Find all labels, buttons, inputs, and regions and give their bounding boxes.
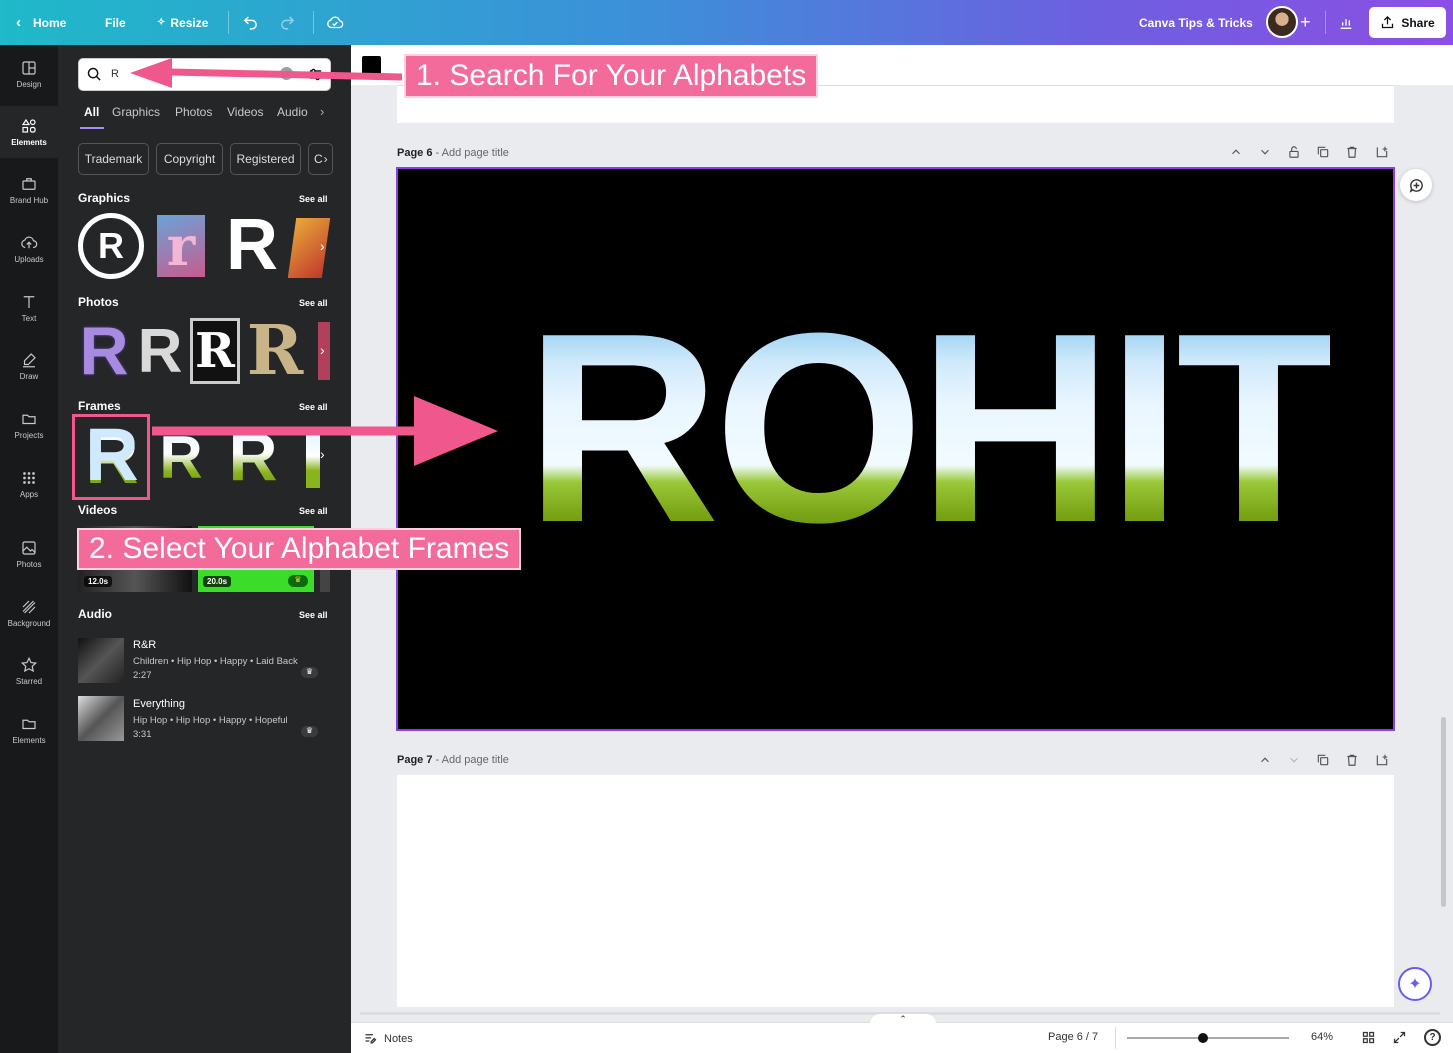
tutorial-arrows	[130, 58, 498, 466]
arrow-to-search	[169, 68, 403, 81]
arrow-head	[414, 396, 498, 466]
arrow-head	[130, 58, 172, 88]
callout-step-1: 1. Search For Your Alphabets	[404, 54, 819, 98]
callout-step-2: 2. Select Your Alphabet Frames	[77, 528, 522, 570]
